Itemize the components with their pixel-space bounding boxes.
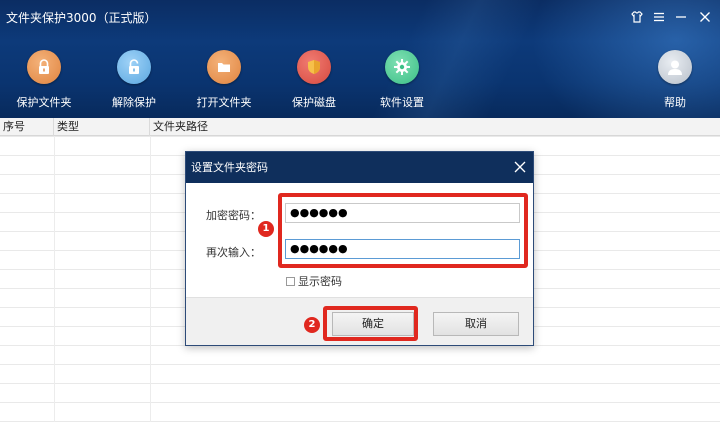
settings-label: 软件设置: [380, 96, 424, 109]
lock-icon: [27, 50, 61, 84]
show-password-checkbox[interactable]: [286, 276, 295, 286]
column-divider: [54, 136, 55, 422]
protect-folder-button[interactable]: 保护文件夹: [9, 50, 79, 110]
gear-icon: [385, 50, 419, 84]
show-password-toggle[interactable]: 显示密码: [286, 273, 342, 289]
unlock-icon: [117, 50, 151, 84]
unprotect-button[interactable]: 解除保护: [99, 50, 169, 110]
column-header-path[interactable]: 文件夹路径: [150, 118, 720, 136]
avatar-icon: [658, 50, 692, 84]
dialog-close-icon[interactable]: [513, 160, 527, 174]
shield-icon: [297, 50, 331, 84]
window-title: 文件夹保护3000（正式版）: [6, 11, 157, 25]
column-divider: [150, 136, 151, 422]
skin-icon[interactable]: [626, 6, 648, 28]
unprotect-label: 解除保护: [112, 96, 156, 109]
column-header-index[interactable]: 序号: [0, 118, 54, 136]
open-folder-button[interactable]: 打开文件夹: [189, 50, 259, 110]
close-icon[interactable]: [694, 6, 716, 28]
help-button[interactable]: 帮助: [640, 50, 710, 110]
open-folder-label: 打开文件夹: [196, 96, 252, 109]
app-header: 文件夹保护3000（正式版） 保护文件夹 解除保护 打开文件夹 保护磁盘 软件设…: [0, 0, 720, 118]
highlight-ok-button: [323, 306, 418, 341]
dialog-title-text: 设置文件夹密码: [191, 161, 268, 174]
folder-icon: [207, 50, 241, 84]
protect-folder-label: 保护文件夹: [16, 96, 72, 109]
step-badge-2: 2: [304, 317, 320, 333]
cancel-button[interactable]: 取消: [433, 312, 519, 336]
show-password-label: 显示密码: [298, 275, 342, 288]
password-label: 加密密码：: [206, 209, 261, 222]
confirm-password-label: 再次输入：: [206, 246, 261, 259]
table-header: 序号 类型 文件夹路径: [0, 118, 720, 136]
minimize-icon[interactable]: [670, 6, 692, 28]
column-header-type[interactable]: 类型: [54, 118, 150, 136]
protect-disk-button[interactable]: 保护磁盘: [279, 50, 349, 110]
dialog-title: 设置文件夹密码: [186, 152, 533, 183]
highlight-password-fields: [278, 193, 528, 268]
menu-icon[interactable]: [648, 6, 670, 28]
protect-disk-label: 保护磁盘: [292, 96, 336, 109]
step-badge-1: 1: [258, 221, 274, 237]
help-label: 帮助: [664, 96, 686, 109]
settings-button[interactable]: 软件设置: [367, 50, 437, 110]
